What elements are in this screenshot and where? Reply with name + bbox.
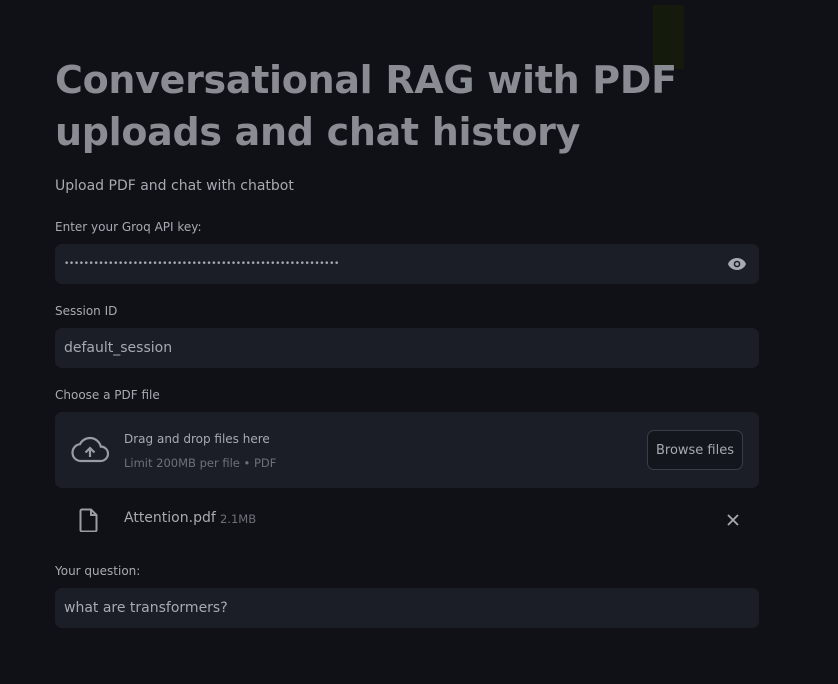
app-page: Conversational RAG with PDF uploads and … xyxy=(0,0,838,684)
eye-icon[interactable] xyxy=(719,244,759,284)
session-id-label: Session ID xyxy=(55,304,118,318)
page-subtitle: Upload PDF and chat with chatbot xyxy=(55,178,294,194)
api-key-value[interactable]: ••••••••••••••••••••••••••••••••••••••••… xyxy=(64,259,719,269)
question-label: Your question: xyxy=(55,564,141,578)
session-id-field[interactable]: default_session xyxy=(55,328,759,368)
file-icon xyxy=(79,508,99,533)
api-key-label: Enter your Groq API key: xyxy=(55,220,202,234)
api-key-field[interactable]: ••••••••••••••••••••••••••••••••••••••••… xyxy=(55,244,759,284)
browse-files-button[interactable]: Browse files xyxy=(647,430,743,470)
page-title: Conversational RAG with PDF uploads and … xyxy=(55,58,677,154)
close-icon[interactable] xyxy=(723,510,743,530)
question-field[interactable]: what are transformers? xyxy=(55,588,759,628)
pdf-upload-label: Choose a PDF file xyxy=(55,388,160,402)
cloud-upload-icon xyxy=(71,436,110,464)
uploaded-file-item: Attention.pdf 2.1MB xyxy=(55,500,759,540)
uploaded-file-size: 2.1MB xyxy=(220,512,257,526)
dropzone-instructions: Drag and drop files here xyxy=(124,432,270,446)
pdf-dropzone[interactable]: Drag and drop files here Limit 200MB per… xyxy=(55,412,759,488)
question-value[interactable]: what are transformers? xyxy=(64,600,750,616)
session-id-value[interactable]: default_session xyxy=(64,340,750,356)
dropzone-limit: Limit 200MB per file • PDF xyxy=(124,456,277,470)
uploaded-file-name: Attention.pdf xyxy=(124,510,216,526)
